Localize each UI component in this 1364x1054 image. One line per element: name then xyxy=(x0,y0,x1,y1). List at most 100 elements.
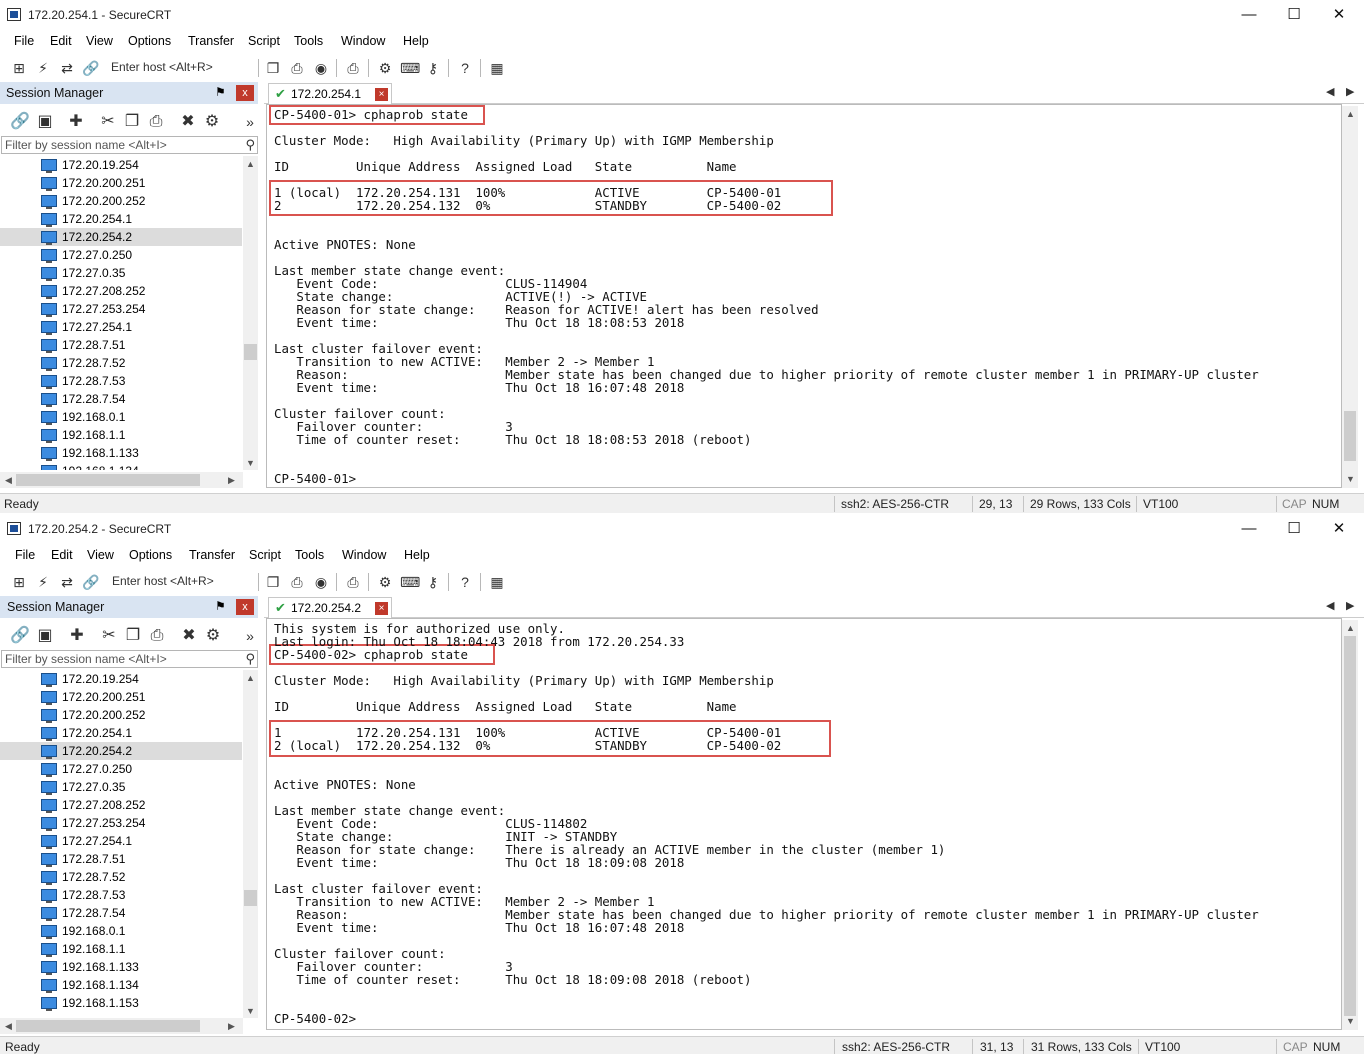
help-icon[interactable]: ? xyxy=(456,59,474,77)
close-tab-icon[interactable]: × xyxy=(375,602,388,615)
session-item[interactable]: 192.168.1.134 xyxy=(0,976,242,994)
scroll-up-arrow[interactable]: ▲ xyxy=(246,673,255,683)
menu-view[interactable]: View xyxy=(86,34,113,48)
scroll-up-arrow[interactable]: ▲ xyxy=(246,159,255,169)
menu-options[interactable]: Options xyxy=(128,34,171,48)
tab-next-icon[interactable]: ▶ xyxy=(1346,85,1354,98)
session-item[interactable]: 192.168.1.133 xyxy=(0,958,242,976)
scroll-up-arrow[interactable]: ▲ xyxy=(1346,623,1355,633)
session-item[interactable]: 172.28.7.53 xyxy=(0,886,242,904)
session-manager-close-button[interactable]: x xyxy=(236,85,254,101)
menu-edit[interactable]: Edit xyxy=(51,548,73,562)
tab-prev-icon[interactable]: ◀ xyxy=(1326,599,1334,612)
settings-icon[interactable]: ⚙ xyxy=(376,59,394,77)
paste-icon[interactable]: ⎙ xyxy=(146,112,166,132)
terminal-screen[interactable]: CP-5400-01> cphaprob state Cluster Mode: … xyxy=(266,104,1342,488)
session-list-scrollbar[interactable]: ▲ ▼ xyxy=(243,670,258,1018)
connect-in-tab-icon[interactable]: ▣ xyxy=(35,626,55,646)
session-filter-input[interactable]: Filter by session name <Alt+I> ⚲ xyxy=(1,650,258,668)
scroll-up-arrow[interactable]: ▲ xyxy=(1346,109,1355,119)
session-item[interactable]: 172.28.7.52 xyxy=(0,868,242,886)
key-icon[interactable]: ⚷ xyxy=(424,59,442,77)
session-item[interactable]: 192.168.1.1 xyxy=(0,940,242,958)
session-item[interactable]: 172.28.7.51 xyxy=(0,336,242,354)
close-button[interactable]: ✕ xyxy=(1316,518,1362,540)
link-icon[interactable]: 🔗 xyxy=(82,573,100,591)
session-item[interactable]: 172.20.254.1 xyxy=(0,724,242,742)
maximize-button[interactable]: ☐ xyxy=(1271,4,1317,26)
terminal-scrollbar[interactable]: ▲ ▼ xyxy=(1342,106,1358,488)
properties-icon[interactable]: ⚙ xyxy=(203,626,223,646)
session-item[interactable]: 172.20.254.1 xyxy=(0,210,242,228)
menu-help[interactable]: Help xyxy=(403,34,429,48)
connect-in-tab-icon[interactable]: ▣ xyxy=(35,112,55,132)
session-item[interactable]: 172.27.253.254 xyxy=(0,814,242,832)
scroll-thumb[interactable] xyxy=(244,344,257,360)
copy-icon[interactable]: ❐ xyxy=(122,112,142,132)
paste-icon[interactable]: ⎙ xyxy=(288,573,306,591)
session-filter-input[interactable]: Filter by session name <Alt+I> ⚲ xyxy=(1,136,258,154)
session-list-hscrollbar[interactable]: ◀ ▶ xyxy=(0,472,243,488)
scroll-thumb[interactable] xyxy=(1344,411,1356,461)
keymap-icon[interactable]: ⌨ xyxy=(400,59,420,77)
session-item[interactable]: 172.28.7.54 xyxy=(0,390,242,408)
delete-icon[interactable]: ✖ xyxy=(178,112,198,132)
menu-script[interactable]: Script xyxy=(248,34,280,48)
scroll-down-arrow[interactable]: ▼ xyxy=(1346,474,1355,484)
tab-next-icon[interactable]: ▶ xyxy=(1346,599,1354,612)
session-item[interactable]: 172.28.7.51 xyxy=(0,850,242,868)
find-icon[interactable]: ◉ xyxy=(312,59,330,77)
print-icon[interactable]: ⎙ xyxy=(344,573,362,591)
scroll-right-arrow[interactable]: ▶ xyxy=(228,1021,235,1032)
session-item[interactable]: 172.20.254.2 xyxy=(0,228,242,246)
menu-window[interactable]: Window xyxy=(341,34,385,48)
scroll-thumb[interactable] xyxy=(1344,636,1356,1016)
session-item[interactable]: 192.168.0.1 xyxy=(0,408,242,426)
quick-connect-icon[interactable]: ⚡ xyxy=(34,59,52,77)
menu-file[interactable]: File xyxy=(14,34,34,48)
session-item[interactable]: 192.168.0.1 xyxy=(0,922,242,940)
connect-sessions-icon[interactable]: ⊞ xyxy=(10,59,28,77)
paste-icon[interactable]: ⎙ xyxy=(147,626,167,646)
session-item[interactable]: 172.27.208.252 xyxy=(0,796,242,814)
enter-host-field[interactable]: Enter host <Alt+R> xyxy=(111,60,213,74)
screenshot-icon[interactable]: ▦ xyxy=(488,59,506,77)
session-item[interactable]: 172.27.0.35 xyxy=(0,264,242,282)
session-item[interactable]: 172.27.0.250 xyxy=(0,246,242,264)
menu-tools[interactable]: Tools xyxy=(294,34,323,48)
session-item[interactable]: 172.27.254.1 xyxy=(0,318,242,336)
copy-icon[interactable]: ❐ xyxy=(123,626,143,646)
session-item[interactable]: 192.168.1.1 xyxy=(0,426,242,444)
session-item[interactable]: 192.168.1.133 xyxy=(0,444,242,462)
new-session-icon[interactable]: ✚ xyxy=(66,112,86,132)
menu-help[interactable]: Help xyxy=(404,548,430,562)
paste-icon[interactable]: ⎙ xyxy=(288,59,306,77)
search-icon[interactable]: ⚲ xyxy=(245,137,255,153)
close-button[interactable]: ✕ xyxy=(1316,4,1362,26)
minimize-button[interactable]: — xyxy=(1226,518,1272,540)
print-icon[interactable]: ⎙ xyxy=(344,59,362,77)
scroll-down-arrow[interactable]: ▼ xyxy=(1346,1016,1355,1026)
minimize-button[interactable]: — xyxy=(1226,4,1272,26)
session-list-scrollbar[interactable]: ▲ ▼ xyxy=(243,156,258,470)
session-item[interactable]: 192.168.1.153 xyxy=(0,994,242,1012)
scroll-down-arrow[interactable]: ▼ xyxy=(246,458,255,468)
close-tab-icon[interactable]: × xyxy=(375,88,388,101)
session-item[interactable]: 172.20.200.251 xyxy=(0,688,242,706)
tab-prev-icon[interactable]: ◀ xyxy=(1326,85,1334,98)
session-list-hscrollbar[interactable]: ◀ ▶ xyxy=(0,1018,243,1034)
scroll-thumb[interactable] xyxy=(244,890,257,906)
find-icon[interactable]: ◉ xyxy=(312,573,330,591)
session-tab[interactable]: ✔ 172.20.254.1 × xyxy=(268,83,392,104)
connect-icon[interactable]: 🔗 xyxy=(10,112,30,132)
terminal-scrollbar[interactable]: ▲ ▼ xyxy=(1342,620,1358,1030)
scroll-left-arrow[interactable]: ◀ xyxy=(5,1021,12,1032)
copy-icon[interactable]: ❐ xyxy=(264,59,282,77)
session-item[interactable]: 172.20.19.254 xyxy=(0,156,242,174)
quick-connect-icon[interactable]: ⚡ xyxy=(34,573,52,591)
menu-transfer[interactable]: Transfer xyxy=(189,548,235,562)
scroll-right-arrow[interactable]: ▶ xyxy=(228,475,235,486)
reconnect-icon[interactable]: ⇄ xyxy=(58,59,76,77)
keymap-icon[interactable]: ⌨ xyxy=(400,573,420,591)
session-item[interactable]: 172.27.208.252 xyxy=(0,282,242,300)
